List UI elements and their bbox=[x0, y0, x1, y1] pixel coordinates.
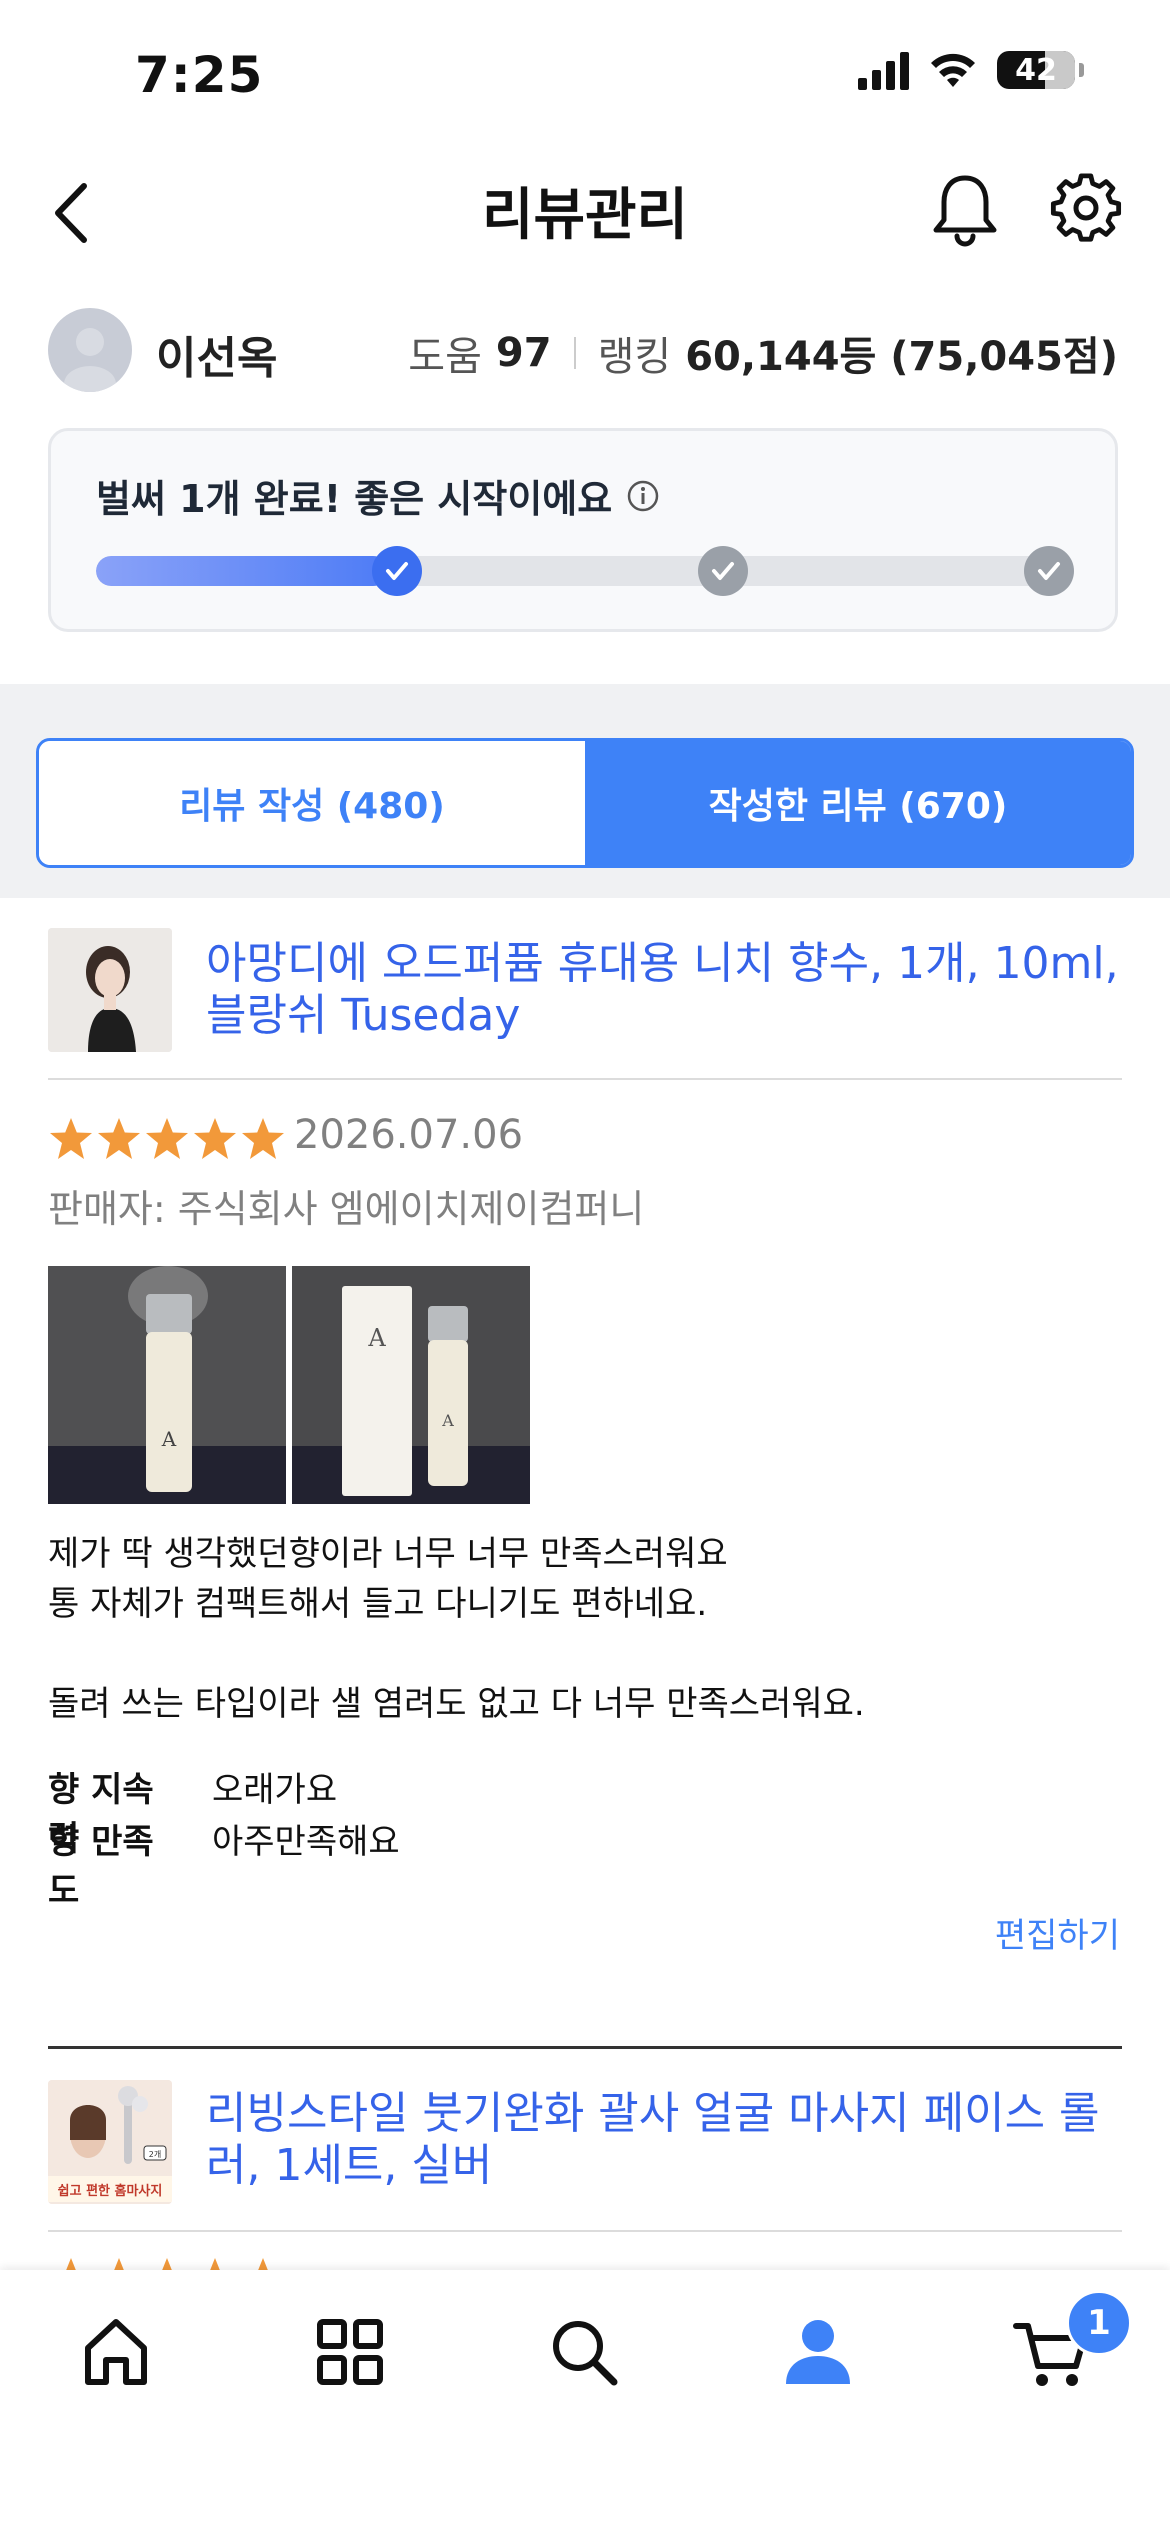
review-text-line-4: 돌려 쓰는 타입이라 샐 염려도 없고 다 너무 만족스러워요. bbox=[48, 1684, 865, 1724]
cellular-signal-icon bbox=[858, 50, 909, 90]
avatar[interactable] bbox=[48, 308, 132, 392]
profile-stats: 도움 97 랭킹 60,144등 (75,045점) bbox=[408, 324, 1118, 382]
tab-write-review[interactable]: 리뷰 작성 (480) bbox=[39, 741, 585, 865]
review-attribute: 향 만족도 아주만족해요 bbox=[48, 1814, 400, 1912]
battery-icon: 42 bbox=[997, 51, 1075, 89]
product-thumbnail[interactable] bbox=[48, 928, 172, 1052]
progress-step-1-check-icon bbox=[372, 546, 422, 596]
progress-step-3-check-icon bbox=[1024, 546, 1074, 596]
status-icons: 42 bbox=[858, 50, 1084, 90]
stats-divider bbox=[573, 337, 576, 369]
search-icon[interactable] bbox=[544, 2312, 624, 2392]
gear-icon[interactable] bbox=[1050, 172, 1122, 244]
review-tabs: 리뷰 작성 (480) 작성한 리뷰 (670) bbox=[36, 738, 1134, 868]
progress-card bbox=[48, 428, 1118, 632]
product-roller-image: 2개 쉽고 편한 홈마사지 bbox=[48, 2080, 172, 2204]
username: 이선옥 bbox=[156, 333, 278, 384]
divider bbox=[48, 1078, 1122, 1080]
cart-badge: 1 bbox=[1066, 2290, 1132, 2356]
attribute-value: 아주만족해요 bbox=[212, 1822, 400, 1862]
progress-card-title: 벌써 1개 완료! 좋은 시작이에요 bbox=[96, 468, 660, 523]
progress-track bbox=[96, 556, 1070, 586]
review-text-line-1: 제가 딱 생각했던향이라 너무 너무 만족스러워요 bbox=[48, 1534, 728, 1574]
review-photo-1[interactable]: A bbox=[48, 1266, 286, 1504]
attribute-key: 향 만족도 bbox=[48, 1822, 154, 1911]
product-title[interactable]: 리빙스타일 붓기완화 괄사 얼굴 마사지 페이스 롤러, 1세트, 실버 bbox=[206, 2088, 1126, 2192]
svg-text:A: A bbox=[161, 1427, 177, 1451]
progress-message: 벌써 1개 완료! 좋은 시작이에요 bbox=[96, 477, 613, 521]
product-model-image bbox=[48, 928, 172, 1052]
rating-stars bbox=[48, 1116, 288, 1162]
review-text-line-2: 통 자체가 컴팩트해서 들고 다니기도 편하네요. bbox=[48, 1584, 708, 1624]
home-icon[interactable] bbox=[76, 2312, 156, 2392]
categories-icon[interactable] bbox=[310, 2312, 390, 2392]
wifi-icon bbox=[931, 53, 975, 87]
review-photo-2[interactable]: A A bbox=[292, 1266, 530, 1504]
ranking-value: 60,144등 (75,045점) bbox=[685, 334, 1118, 380]
thumb-caption: 쉽고 편한 홈마사지 bbox=[58, 2183, 163, 2199]
bottom-navigation bbox=[0, 2270, 1170, 2532]
help-value: 97 bbox=[495, 330, 552, 376]
svg-text:A: A bbox=[441, 1411, 454, 1430]
tab-written-reviews[interactable]: 작성한 리뷰 (670) bbox=[585, 741, 1131, 865]
product-title[interactable]: 아망디에 오드퍼퓸 휴대용 니치 향수, 1개, 10ml, 블랑쉬 Tused… bbox=[206, 938, 1126, 1042]
review-separator bbox=[48, 2046, 1122, 2049]
star-icon bbox=[50, 1118, 284, 1159]
product-thumbnail[interactable]: 2개 쉽고 편한 홈마사지 bbox=[48, 2080, 172, 2204]
seller-name: 판매자: 주식회사 엠에이치제이컴퍼니 bbox=[48, 1187, 645, 1231]
bell-icon[interactable] bbox=[930, 170, 1000, 250]
progress-step-2-check-icon bbox=[698, 546, 748, 596]
info-icon[interactable] bbox=[626, 479, 660, 513]
svg-text:A: A bbox=[367, 1324, 386, 1352]
review-date: 2026.07.06 bbox=[294, 1112, 524, 1158]
divider bbox=[48, 2230, 1122, 2232]
my-page-icon[interactable] bbox=[778, 2312, 858, 2392]
user-silhouette-icon bbox=[64, 328, 116, 392]
ranking-label: 랭킹 bbox=[597, 334, 672, 380]
battery-level: 42 bbox=[1015, 52, 1057, 88]
thumb-badge: 2개 bbox=[149, 2149, 161, 2159]
status-time: 7:25 bbox=[135, 46, 264, 104]
help-label: 도움 bbox=[408, 334, 482, 380]
edit-review-button[interactable]: 편집하기 bbox=[995, 1908, 1120, 1957]
progress-fill bbox=[96, 556, 389, 586]
